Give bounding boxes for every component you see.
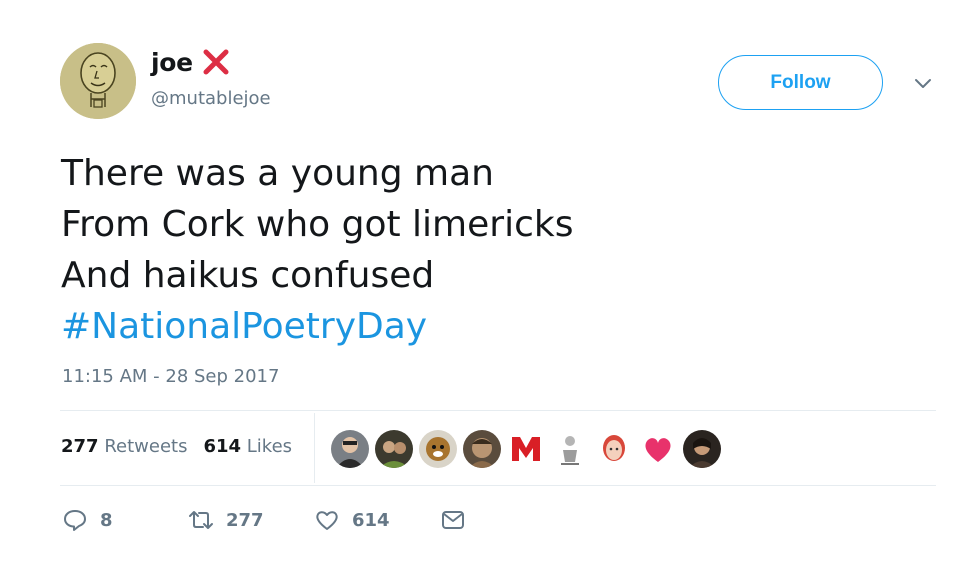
divider <box>60 410 936 411</box>
likes-label: Likes <box>246 436 293 457</box>
liker-avatar[interactable] <box>551 430 589 468</box>
liker-avatar[interactable] <box>595 430 633 468</box>
direct-message-button[interactable] <box>440 505 466 535</box>
follow-button[interactable]: Follow <box>718 55 883 110</box>
liker-avatar[interactable] <box>419 430 457 468</box>
divider <box>60 485 936 486</box>
display-name[interactable]: joe <box>151 48 193 77</box>
like-icon <box>316 511 338 530</box>
tweet-line: And haikus confused <box>61 255 435 296</box>
tweet-line: From Cork who got limericks <box>61 204 574 245</box>
liker-avatar[interactable] <box>375 430 413 468</box>
retweets-stat[interactable]: 277 Retweets <box>61 436 187 457</box>
stats-divider <box>314 413 315 483</box>
tweet-text: There was a young man From Cork who got … <box>61 148 921 352</box>
tweet-stats: 277 Retweets 614 Likes <box>61 436 292 457</box>
tweet-line: There was a young man <box>61 153 494 194</box>
timestamp[interactable]: 11:15 AM - 28 Sep 2017 <box>62 366 279 387</box>
likes-stat[interactable]: 614 Likes <box>203 436 292 457</box>
liker-avatar[interactable] <box>683 430 721 468</box>
retweet-count: 277 <box>226 509 264 531</box>
reply-count: 8 <box>100 509 113 531</box>
name-row: joe <box>151 44 231 80</box>
hashtag-link[interactable]: #NationalPoetryDay <box>61 301 921 352</box>
liker-avatar[interactable] <box>463 430 501 468</box>
tweet-card: joe @mutablejoe Follow There was a young… <box>0 0 971 569</box>
retweets-label: Retweets <box>104 436 188 457</box>
liker-avatar[interactable] <box>639 430 677 468</box>
reply-button[interactable]: 8 <box>62 505 113 535</box>
message-icon <box>442 511 464 529</box>
like-count: 614 <box>352 509 390 531</box>
likers-avatars <box>331 430 721 468</box>
user-handle[interactable]: @mutablejoe <box>151 88 271 109</box>
liker-avatar[interactable] <box>331 430 369 468</box>
liker-avatar[interactable] <box>507 430 545 468</box>
avatar[interactable] <box>60 43 136 119</box>
cross-mark-emoji <box>201 47 231 77</box>
retweet-button[interactable]: 277 <box>188 505 264 535</box>
like-button[interactable]: 614 <box>314 505 390 535</box>
retweets-count: 277 <box>61 436 99 457</box>
retweet-icon <box>189 511 213 529</box>
reply-icon <box>64 510 86 531</box>
likes-count: 614 <box>203 436 242 457</box>
chevron-down-icon[interactable] <box>912 72 934 94</box>
